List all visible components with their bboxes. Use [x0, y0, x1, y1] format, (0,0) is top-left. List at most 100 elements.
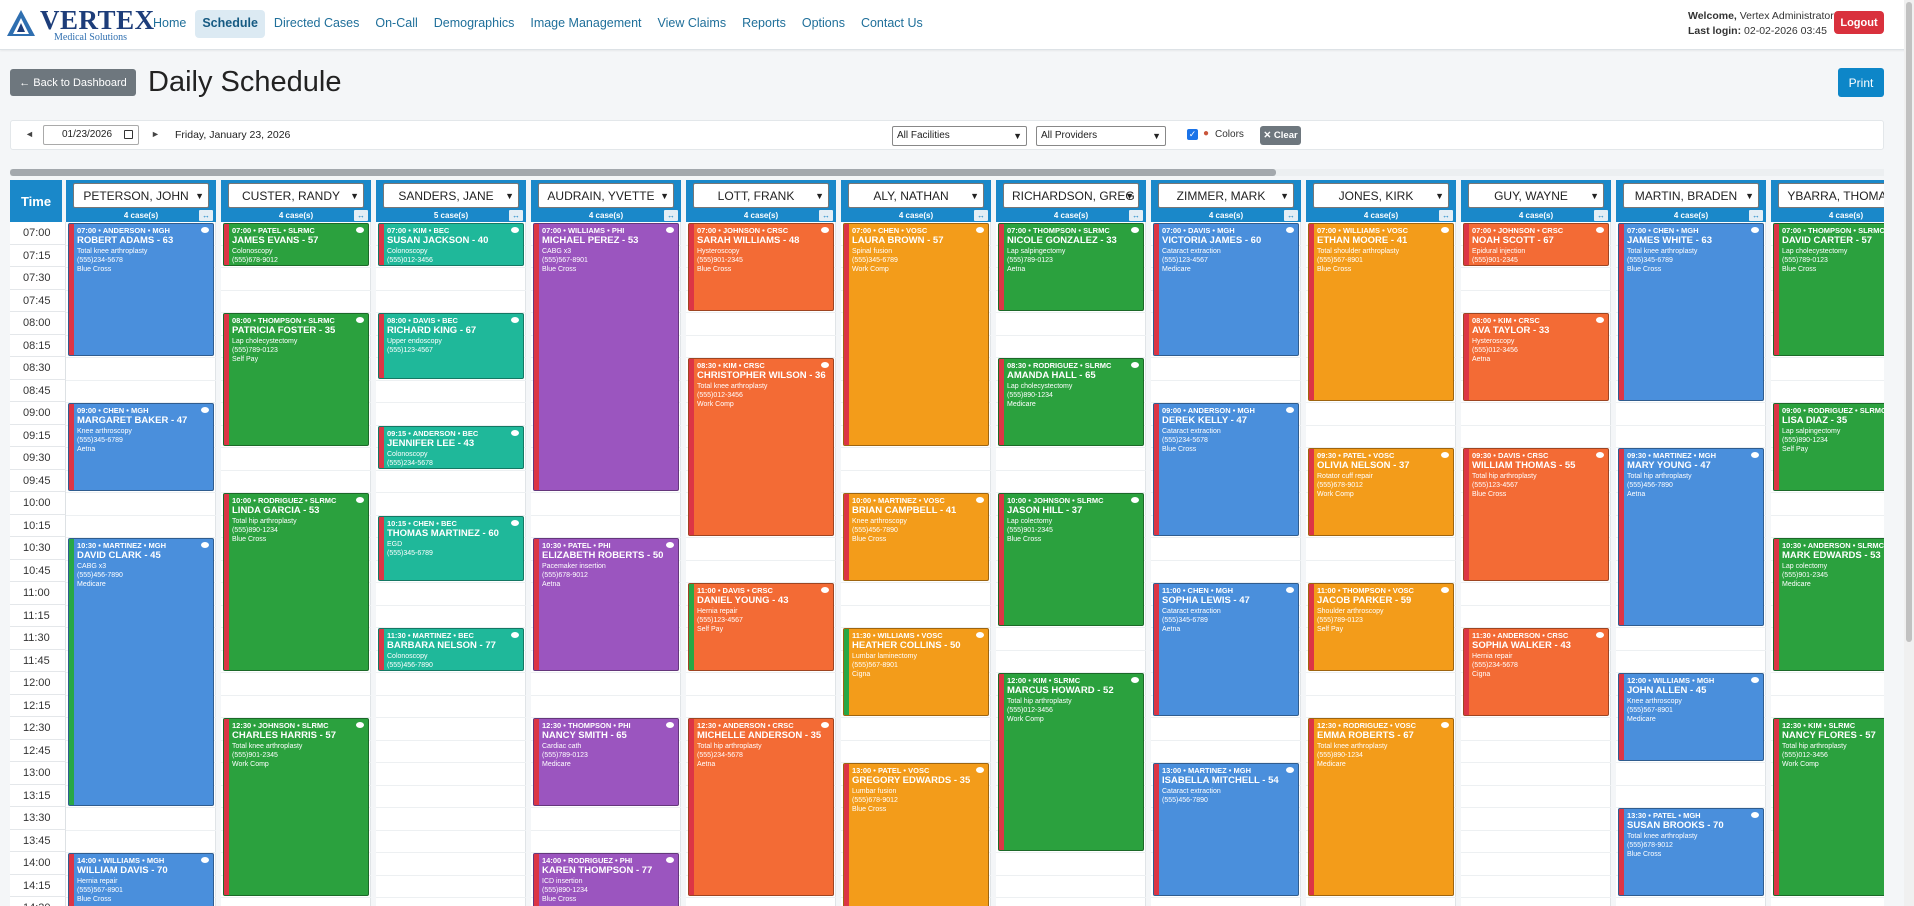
nav-on-call[interactable]: On-Call [368, 10, 424, 38]
comment-icon[interactable] [1441, 227, 1449, 233]
expand-icon[interactable]: ↔ [1749, 210, 1763, 221]
comment-icon[interactable] [1751, 677, 1759, 683]
appointment-card[interactable]: 09:15 • ANDERSON • BEC JENNIFER LEE - 43 C… [378, 425, 524, 469]
appointment-card[interactable]: 13:00 • PATEL • VOSC GREGORY EDWARDS - 35… [843, 763, 989, 906]
back-to-dashboard-button[interactable]: ← Back to Dashboard [10, 69, 136, 96]
scrollbar-thumb[interactable] [10, 169, 1276, 176]
comment-icon[interactable] [1286, 227, 1294, 233]
appointment-card[interactable]: 08:30 • RODRIGUEZ • SLRMC AMANDA HALL - 6… [998, 358, 1144, 446]
appointment-card[interactable]: 12:30 • KIM • SLRMC NANCY FLORES - 57 Tota… [1773, 718, 1884, 896]
comment-icon[interactable] [201, 407, 209, 413]
comment-icon[interactable] [511, 317, 519, 323]
nav-reports[interactable]: Reports [735, 10, 793, 38]
nav-image-management[interactable]: Image Management [523, 10, 648, 38]
nav-directed-cases[interactable]: Directed Cases [267, 10, 366, 38]
provider-select-4[interactable]: AUDRAIN, YVETTE ▼ [538, 183, 674, 208]
comment-icon[interactable] [1596, 317, 1604, 323]
appointment-card[interactable]: 07:00 • KIM • BEC SUSAN JACKSON - 40 Colon… [378, 223, 524, 266]
comment-icon[interactable] [1286, 587, 1294, 593]
vertical-scrollbar[interactable] [1904, 0, 1914, 906]
appointment-card[interactable]: 08:00 • KIM • CRSC AVA TAYLOR - 33 Hystero… [1463, 313, 1609, 401]
provider-select-6[interactable]: ALY, NATHAN ▼ [848, 183, 984, 208]
provider-select-12[interactable]: YBARRA, THOMAS▼ [1778, 183, 1884, 208]
comment-icon[interactable] [666, 857, 674, 863]
provider-select-3[interactable]: SANDERS, JANE ▼ [383, 183, 519, 208]
comment-icon[interactable] [1286, 767, 1294, 773]
calendar-icon[interactable] [124, 130, 133, 139]
provider-select-2[interactable]: CUSTER, RANDY ▼ [228, 183, 364, 208]
facility-select[interactable]: All Facilities ▼ [892, 126, 1027, 146]
comment-icon[interactable] [1131, 362, 1139, 368]
appointment-card[interactable]: 12:30 • THOMPSON • PHI NANCY SMITH - 65 Ca… [533, 718, 679, 806]
nav-view-claims[interactable]: View Claims [651, 10, 734, 38]
clear-filters-button[interactable]: ✕ Clear [1260, 126, 1301, 145]
appointment-card[interactable]: 07:00 • WILLIAMS • PHI MICHAEL PEREZ - 53… [533, 223, 679, 491]
expand-icon[interactable]: ↔ [199, 210, 213, 221]
appointment-card[interactable]: 14:00 • RODRIGUEZ • PHI KAREN THOMPSON - … [533, 853, 679, 906]
next-day-icon[interactable]: ► [151, 129, 160, 139]
comment-icon[interactable] [821, 722, 829, 728]
appointment-card[interactable]: 09:30 • DAVIS • CRSC WILLIAM THOMAS - 55 T… [1463, 448, 1609, 581]
appointment-card[interactable]: 11:30 • WILLIAMS • VOSC HEATHER COLLINS -… [843, 628, 989, 716]
comment-icon[interactable] [356, 722, 364, 728]
vertex-logo[interactable]: VERTEX Medical Solutions [6, 4, 154, 44]
appointment-card[interactable]: 10:00 • RODRIGUEZ • SLRMC LINDA GARCIA - … [223, 493, 369, 671]
appointment-card[interactable]: 11:30 • ANDERSON • CRSC SOPHIA WALKER - 4… [1463, 628, 1609, 716]
provider-select-7[interactable]: RICHARDSON, GREG ▼ [1003, 183, 1139, 208]
provider-select-5[interactable]: LOTT, FRANK ▼ [693, 183, 829, 208]
comment-icon[interactable] [666, 722, 674, 728]
comment-icon[interactable] [1596, 452, 1604, 458]
appointment-card[interactable]: 08:00 • DAVIS • BEC RICHARD KING - 67 Uppe… [378, 313, 524, 379]
nav-options[interactable]: Options [795, 10, 852, 38]
appointment-card[interactable]: 10:00 • JOHNSON • SLRMC JASON HILL - 37 La… [998, 493, 1144, 626]
appointment-card[interactable]: 12:30 • JOHNSON • SLRMC CHARLES HARRIS - … [223, 718, 369, 896]
comment-icon[interactable] [511, 519, 519, 526]
appointment-card[interactable]: 09:00 • CHEN • MGH MARGARET BAKER - 47 Kne… [68, 403, 214, 491]
appointment-card[interactable]: 07:00 • DAVIS • MGH VICTORIA JAMES - 60 Ca… [1153, 223, 1299, 356]
provider-select-10[interactable]: GUY, WAYNE ▼ [1468, 183, 1604, 208]
appointment-card[interactable]: 07:00 • PATEL • SLRMC JAMES EVANS - 57 Col… [223, 223, 369, 266]
appointment-card[interactable]: 11:00 • DAVIS • CRSC DANIEL YOUNG - 43 Her… [688, 583, 834, 671]
appointment-card[interactable]: 10:00 • MARTINEZ • VOSC BRIAN CAMPBELL - … [843, 493, 989, 581]
expand-icon[interactable]: ↔ [1439, 210, 1453, 221]
expand-icon[interactable]: ↔ [1284, 210, 1298, 221]
appointment-card[interactable]: 10:30 • MARTINEZ • MGH DAVID CLARK - 45 CA… [68, 538, 214, 806]
comment-icon[interactable] [1441, 452, 1449, 458]
provider-select-11[interactable]: MARTIN, BRADEN ▼ [1623, 183, 1759, 208]
appointment-card[interactable]: 10:15 • CHEN • BEC THOMAS MARTINEZ - 60 EG… [378, 515, 524, 581]
appointment-card[interactable]: 13:30 • PATEL • MGH SUSAN BROOKS - 70 Tota… [1618, 808, 1764, 896]
appointment-card[interactable]: 08:30 • KIM • CRSC CHRISTOPHER WILSON - 3… [688, 358, 834, 536]
comment-icon[interactable] [511, 227, 519, 233]
comment-icon[interactable] [511, 632, 519, 638]
expand-icon[interactable]: ↔ [664, 210, 678, 221]
appointment-card[interactable]: 07:00 • CHEN • VOSC LAURA BROWN - 57 Spina… [843, 223, 989, 446]
comment-icon[interactable] [1596, 632, 1604, 638]
appointment-card[interactable]: 13:00 • MARTINEZ • MGH ISABELLA MITCHELL … [1153, 763, 1299, 896]
comment-icon[interactable] [821, 227, 829, 233]
horizontal-scrollbar[interactable] [10, 169, 1884, 176]
colors-checkbox[interactable]: ✓ [1187, 129, 1198, 140]
nav-home[interactable]: Home [146, 10, 193, 38]
appointment-card[interactable]: 09:00 • RODRIGUEZ • SLRMC LISA DIAZ - 35 L… [1773, 403, 1884, 491]
comment-icon[interactable] [666, 227, 674, 233]
logout-button[interactable]: Logout [1834, 11, 1884, 34]
appointment-card[interactable]: 10:30 • ANDERSON • SLRMC MARK EDWARDS - 5… [1773, 538, 1884, 671]
prev-day-icon[interactable]: ◄ [25, 129, 34, 139]
comment-icon[interactable] [1441, 722, 1449, 728]
appointment-card[interactable]: 11:00 • CHEN • MGH SOPHIA LEWIS - 47 Catar… [1153, 583, 1299, 716]
appointment-card[interactable]: 12:00 • WILLIAMS • MGH JOHN ALLEN - 45 Kne… [1618, 673, 1764, 761]
appointment-card[interactable]: 07:00 • ANDERSON • MGH ROBERT ADAMS - 63 T… [68, 223, 214, 356]
provider-select[interactable]: All Providers ▼ [1036, 126, 1166, 146]
comment-icon[interactable] [511, 429, 519, 436]
comment-icon[interactable] [1751, 812, 1759, 818]
expand-icon[interactable]: ↔ [1129, 210, 1143, 221]
appointment-card[interactable]: 07:00 • JOHNSON • CRSC SARAH WILLIAMS - 4… [688, 223, 834, 311]
appointment-card[interactable]: 11:00 • THOMPSON • VOSC JACOB PARKER - 59… [1308, 583, 1454, 671]
appointment-card[interactable]: 08:00 • THOMPSON • SLRMC PATRICIA FOSTER … [223, 313, 369, 446]
comment-icon[interactable] [1131, 677, 1139, 683]
comment-icon[interactable] [356, 227, 364, 233]
nav-schedule[interactable]: Schedule [195, 10, 265, 38]
print-button[interactable]: Print [1838, 68, 1884, 97]
comment-icon[interactable] [976, 227, 984, 233]
expand-icon[interactable]: ↔ [974, 210, 988, 221]
